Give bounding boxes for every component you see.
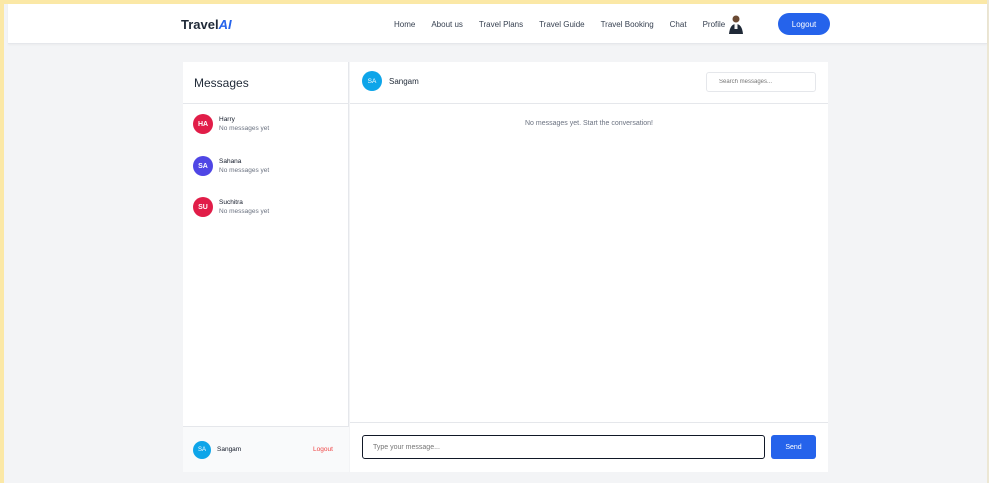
contact-avatar: HA [193,114,213,134]
chat-panel: SA Sangam No messages yet. Start the con… [350,62,828,472]
contact-preview: No messages yet [219,208,270,215]
top-navbar: TravelAI Home About us Travel Plans Trav… [8,4,987,44]
chat-contact-avatar: SA [362,71,382,91]
brand-logo[interactable]: TravelAI [181,17,232,32]
empty-conversation-text: No messages yet. Start the conversation! [524,120,653,127]
search-messages-input[interactable] [706,72,816,92]
contact-avatar: SU [193,197,213,217]
message-input[interactable] [362,435,765,459]
contact-name: Suchitra [219,199,243,206]
send-button[interactable]: Send [771,435,816,459]
contact-preview: No messages yet [219,167,270,174]
messages-sidebar: Messages HA Harry No messages yet SA Sah… [183,62,349,472]
brand-suffix: AI [218,17,232,32]
contact-avatar: SA [193,156,213,176]
sidebar-logout-link[interactable]: Logout [313,446,333,453]
sidebar-title: Messages [183,62,348,104]
contact-info: Sahana No messages yet [219,157,269,175]
nav-link-profile: Profile [702,19,726,29]
navbar-logout-button[interactable]: Logout [778,13,830,35]
nav-links: Home About us Travel Plans Travel Guide … [394,4,744,44]
chat-header: SA Sangam [350,62,828,104]
nav-profile[interactable]: Profile [703,14,745,34]
nav-link-about[interactable]: About us [431,20,463,29]
nav-link-travel-guide[interactable]: Travel Guide [539,20,585,29]
current-user-footer: SA Sangam Logout [183,426,349,472]
chat-contact-name: Sangam [389,77,419,86]
current-user-avatar: SA [193,441,211,459]
contact-item-sahana[interactable]: SA Sahana No messages yet [193,156,269,176]
contact-info: Suchitra No messages yet [219,198,269,216]
nav-link-travel-booking[interactable]: Travel Booking [601,20,654,29]
frame-edge-left [0,0,4,483]
contact-item-harry[interactable]: HA Harry No messages yet [193,114,269,134]
brand-prefix: Travel [181,17,219,32]
profile-avatar-icon [729,15,744,34]
contact-preview: No messages yet [219,125,270,132]
contact-name: Harry [219,116,235,123]
message-composer: Send [350,422,828,472]
nav-link-home[interactable]: Home [394,20,415,29]
contact-item-suchitra[interactable]: SU Suchitra No messages yet [193,197,269,217]
contact-info: Harry No messages yet [219,115,269,133]
nav-link-travel-plans[interactable]: Travel Plans [479,20,523,29]
current-user-name: Sangam [217,446,242,453]
nav-link-chat[interactable]: Chat [670,20,687,29]
contact-name: Sahana [219,158,242,165]
